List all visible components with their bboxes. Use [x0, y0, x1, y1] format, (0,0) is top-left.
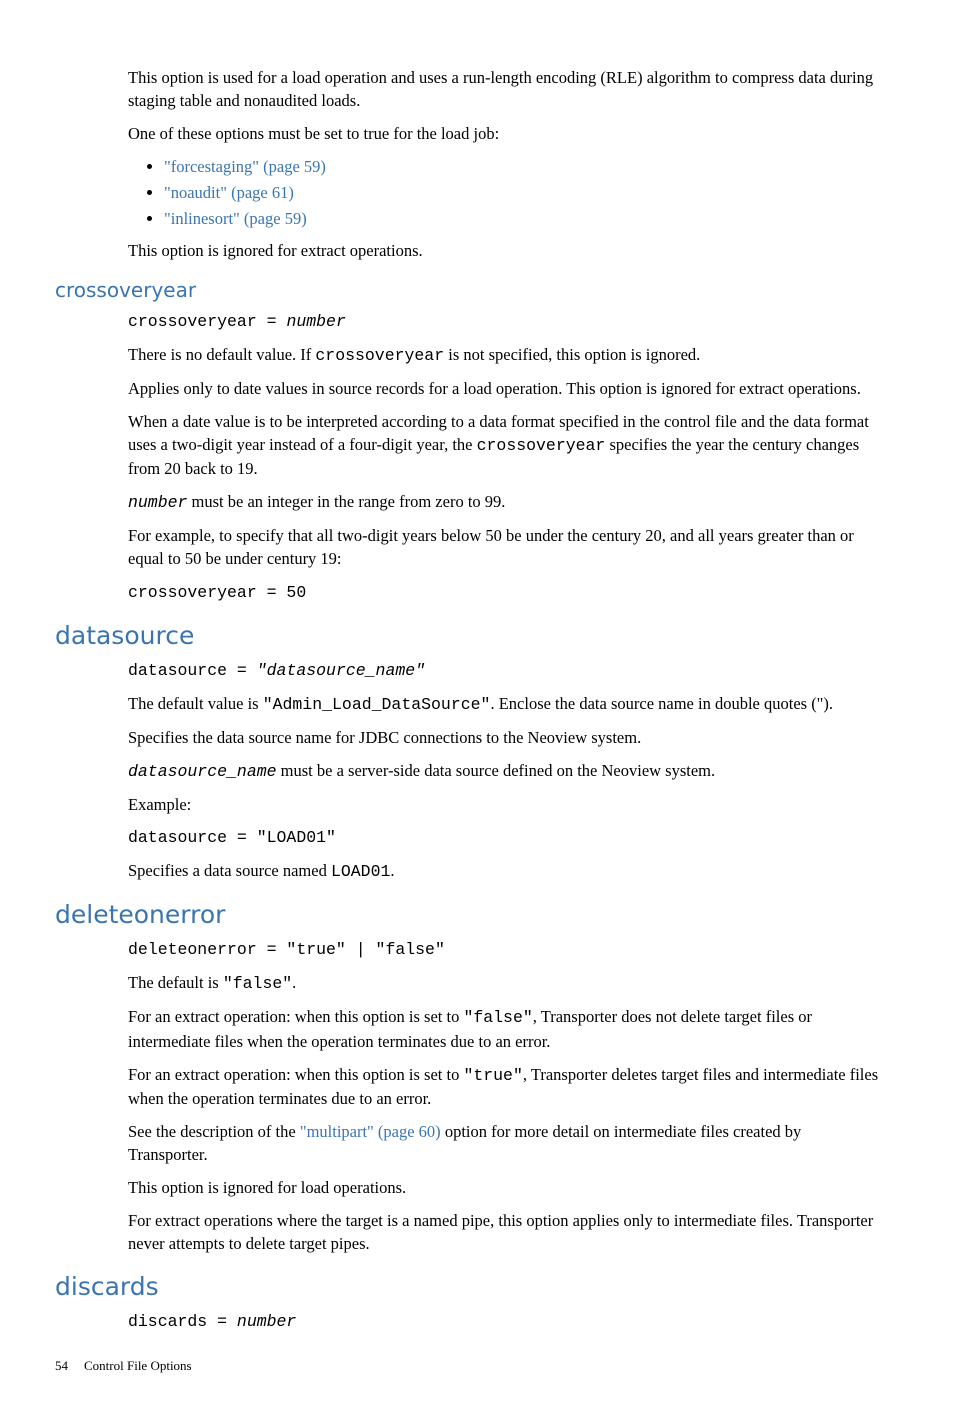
- paragraph: See the description of the "multipart" (…: [128, 1120, 879, 1166]
- heading-deleteonerror: deleteonerror: [55, 897, 879, 932]
- link-inlinesort[interactable]: "inlinesort" (page 59): [164, 209, 307, 228]
- syntax-line: discards = number: [128, 1310, 879, 1333]
- heading-datasource: datasource: [55, 618, 879, 653]
- options-list: "forcestaging" (page 59) "noaudit" (page…: [128, 155, 879, 230]
- paragraph: datasource_name must be a server-side da…: [128, 759, 879, 783]
- paragraph: This option is ignored for load operatio…: [128, 1176, 879, 1199]
- paragraph: Specifies the data source name for JDBC …: [128, 726, 879, 749]
- link-forcestaging[interactable]: "forcestaging" (page 59): [164, 157, 326, 176]
- syntax-line: crossoveryear = number: [128, 310, 879, 333]
- paragraph: Specifies a data source named LOAD01.: [128, 859, 879, 883]
- syntax-line: datasource = "datasource_name": [128, 659, 879, 682]
- paragraph: For an extract operation: when this opti…: [128, 1063, 879, 1110]
- paragraph: For an extract operation: when this opti…: [128, 1005, 879, 1052]
- paragraph: When a date value is to be interpreted a…: [128, 410, 879, 480]
- paragraph: number must be an integer in the range f…: [128, 490, 879, 514]
- paragraph: There is no default value. If crossovery…: [128, 343, 879, 367]
- paragraph: The default value is "Admin_Load_DataSou…: [128, 692, 879, 716]
- paragraph: Applies only to date values in source re…: [128, 377, 879, 400]
- syntax-line: deleteonerror = "true" | "false": [128, 938, 879, 961]
- paragraph: For extract operations where the target …: [128, 1209, 879, 1255]
- footer-title: Control File Options: [84, 1357, 192, 1375]
- heading-discards: discards: [55, 1269, 879, 1304]
- paragraph: For example, to specify that all two-dig…: [128, 524, 879, 570]
- paragraph: This option is ignored for extract opera…: [128, 239, 879, 262]
- paragraph: The default is "false".: [128, 971, 879, 995]
- heading-crossoveryear: crossoveryear: [55, 276, 879, 304]
- link-noaudit[interactable]: "noaudit" (page 61): [164, 183, 294, 202]
- page-number: 54: [55, 1357, 68, 1375]
- paragraph: Example:: [128, 793, 879, 816]
- code-example: crossoveryear = 50: [128, 581, 879, 604]
- paragraph: One of these options must be set to true…: [128, 122, 879, 145]
- page-footer: 54 Control File Options: [55, 1357, 899, 1375]
- paragraph: This option is used for a load operation…: [128, 66, 879, 112]
- code-example: datasource = "LOAD01": [128, 826, 879, 849]
- link-multipart[interactable]: "multipart" (page 60): [300, 1122, 441, 1141]
